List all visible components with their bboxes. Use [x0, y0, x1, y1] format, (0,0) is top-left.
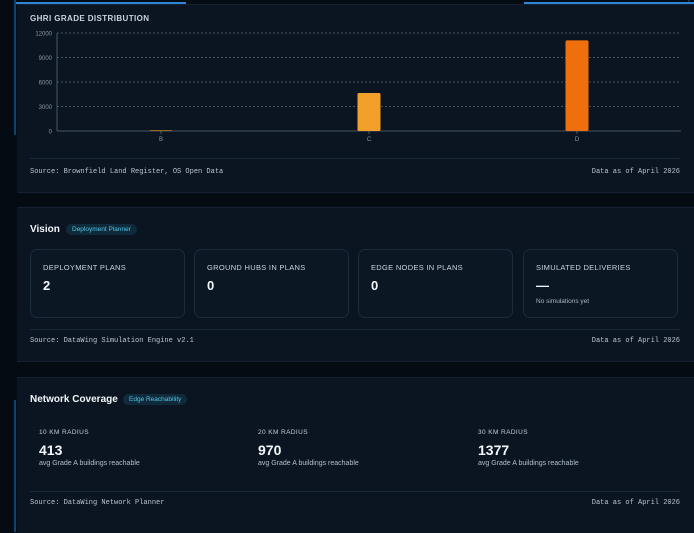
radius-20km-stat: 20 KM RADIUS 970 avg Grade A buildings r… — [258, 429, 359, 467]
coverage-footer: Source: DataWing Network Planner Data as… — [30, 499, 680, 507]
chart-source: Source: Brownfield Land Register, OS Ope… — [30, 168, 224, 176]
chart-footer-divider — [30, 158, 680, 159]
chart-title: GHRI GRADE DISTRIBUTION — [30, 14, 150, 23]
card-label: GROUND HUBS IN PLANS — [207, 263, 306, 272]
x-tick-label: D — [575, 137, 580, 143]
card-value: 0 — [207, 278, 215, 293]
x-tick-label: C — [367, 137, 372, 143]
vision-title: Vision — [30, 224, 60, 235]
chart-footer: Source: Brownfield Land Register, OS Ope… — [30, 168, 680, 176]
edge-reachability-badge: Edge Reachability — [123, 394, 188, 405]
vision-source: Source: DataWing Simulation Engine v2.1 — [30, 337, 194, 345]
left-edge-glow-lower — [14, 400, 16, 532]
ground-hubs-card: GROUND HUBS IN PLANS 0 — [194, 249, 349, 318]
card-subtext: No simulations yet — [536, 298, 590, 305]
coverage-data-date: Data as of April 2026 — [591, 499, 680, 507]
left-edge-glow — [14, 0, 16, 135]
coverage-footer-divider — [30, 491, 680, 492]
simulated-deliveries-card: SIMULATED DELIVERIES — No simulations ye… — [523, 249, 678, 318]
card-label: SIMULATED DELIVERIES — [536, 263, 631, 272]
stat-label: 20 KM RADIUS — [258, 429, 308, 436]
vision-data-date: Data as of April 2026 — [591, 337, 680, 345]
stat-value: 970 — [258, 442, 282, 458]
coverage-title: Network Coverage — [30, 394, 118, 405]
card-value: — — [536, 278, 549, 293]
coverage-source: Source: DataWing Network Planner — [30, 499, 165, 507]
y-tick-label: 0 — [49, 130, 53, 136]
bar-D — [565, 40, 589, 131]
edge-nodes-card: EDGE NODES IN PLANS 0 — [358, 249, 513, 318]
bar-B — [149, 130, 173, 131]
y-tick-label: 6000 — [39, 81, 53, 87]
stat-value: 1377 — [478, 442, 510, 458]
radius-30km-stat: 30 KM RADIUS 1377 avg Grade A buildings … — [478, 429, 579, 467]
stat-label: 10 KM RADIUS — [39, 429, 89, 436]
deployment-planner-badge: Deployment Planner — [66, 224, 137, 235]
y-tick-label: 3000 — [39, 105, 53, 111]
stat-label: 30 KM RADIUS — [478, 429, 528, 436]
bar-C — [357, 93, 381, 131]
network-coverage-panel: Network Coverage Edge Reachability 10 KM… — [17, 377, 694, 533]
card-label: EDGE NODES IN PLANS — [371, 263, 463, 272]
card-value: 0 — [371, 278, 379, 293]
vision-footer-divider — [30, 329, 680, 330]
stat-value: 413 — [39, 442, 63, 458]
grade-distribution-panel: GHRI GRADE DISTRIBUTION 0 3000 6000 9000 120… — [17, 4, 694, 193]
deployment-plans-card: DEPLOYMENT PLANS 2 — [30, 249, 185, 318]
y-tick-label: 9000 — [39, 56, 53, 62]
stat-subtext: avg Grade A buildings reachable — [478, 460, 579, 467]
card-label: DEPLOYMENT PLANS — [43, 263, 127, 272]
y-tick-label: 12000 — [35, 32, 52, 38]
stat-subtext: avg Grade A buildings reachable — [258, 460, 359, 467]
radius-10km-stat: 10 KM RADIUS 413 avg Grade A buildings r… — [39, 429, 140, 467]
chart-data-date: Data as of April 2026 — [591, 168, 680, 176]
x-tick-label: B — [159, 137, 163, 143]
stat-subtext: avg Grade A buildings reachable — [39, 460, 140, 467]
grade-distribution-chart: 0 3000 6000 9000 12000 B C D — [35, 32, 681, 143]
vision-footer: Source: DataWing Simulation Engine v2.1 … — [30, 337, 680, 345]
vision-panel: Vision Deployment Planner DEPLOYMENT PLA… — [17, 207, 694, 362]
card-value: 2 — [43, 278, 51, 293]
